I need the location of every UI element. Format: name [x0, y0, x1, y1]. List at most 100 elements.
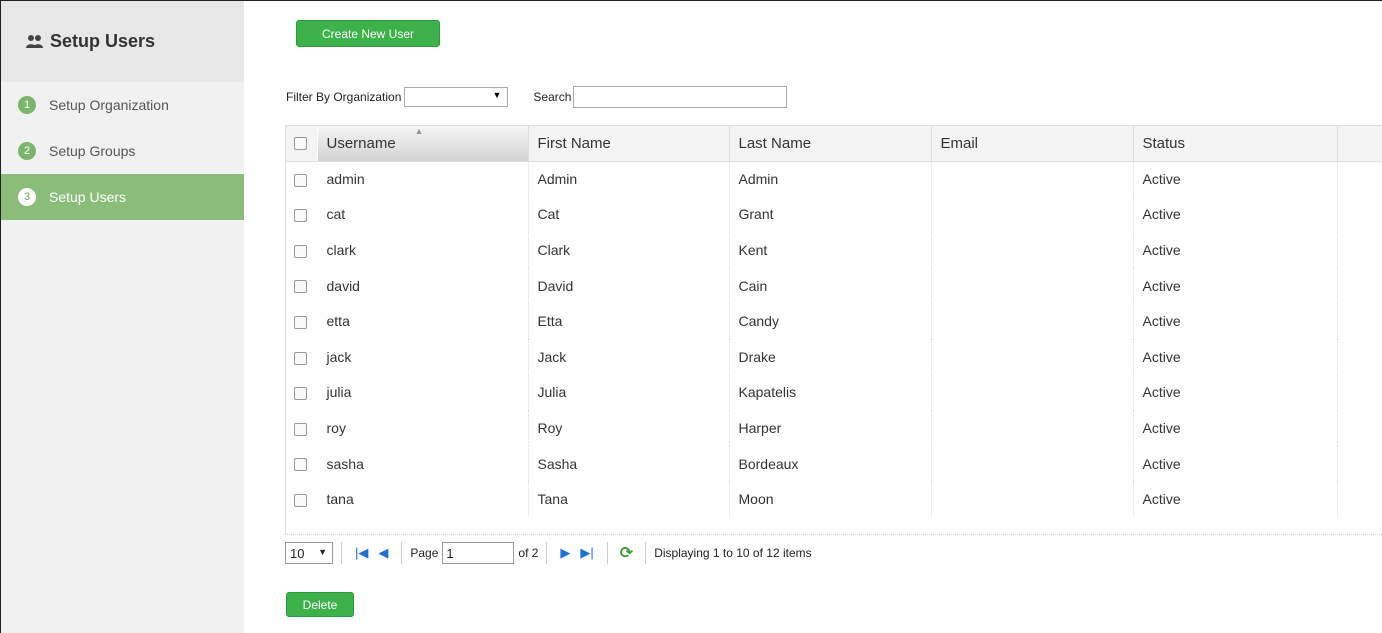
separator	[546, 542, 548, 564]
select-all-cell	[286, 126, 317, 162]
cell-status: Active	[1133, 410, 1338, 446]
column-label: Username	[326, 134, 396, 152]
separator	[401, 542, 403, 564]
cell-first-name: Cat	[528, 196, 730, 233]
table-row[interactable]: cat Cat Grant Active	[286, 196, 1382, 233]
table-row[interactable]: clark Clark Kent Active	[286, 232, 1382, 268]
row-checkbox[interactable]	[294, 173, 308, 187]
search-input[interactable]	[573, 86, 788, 108]
cell-first-name: Tana	[528, 481, 730, 517]
table-row[interactable]: etta Etta Candy Active	[286, 303, 1382, 339]
cell-email	[931, 232, 1134, 268]
cell-username: clark	[317, 232, 529, 268]
row-checkbox-cell	[286, 161, 317, 197]
sort-asc-icon: ▲	[414, 126, 424, 136]
cell-first-name: Etta	[528, 303, 730, 339]
cell-filler	[1337, 338, 1382, 375]
create-new-user-button[interactable]: Create New User	[296, 20, 440, 47]
separator	[341, 542, 342, 564]
row-checkbox-cell	[286, 446, 317, 482]
column-header-last-name[interactable]: Last Name	[729, 126, 932, 162]
row-checkbox-cell	[286, 481, 317, 517]
cell-filler	[1337, 445, 1382, 482]
row-checkbox[interactable]	[294, 458, 308, 472]
cell-email	[931, 196, 1134, 233]
sidebar-item-setup-groups[interactable]: 2 Setup Groups	[1, 128, 244, 174]
last-page-icon[interactable]: ▶|	[580, 545, 593, 561]
cell-email	[931, 445, 1134, 482]
page-size-value: 10	[290, 545, 305, 561]
column-header-username[interactable]: ▲ Username	[317, 126, 529, 162]
dropdown-arrow-icon: ▼	[492, 90, 502, 100]
cell-status: Active	[1133, 267, 1338, 304]
row-checkbox-cell	[286, 232, 317, 268]
cell-first-name: Julia	[528, 374, 730, 411]
cell-username: david	[317, 267, 529, 304]
page-number-input[interactable]: 1	[442, 542, 515, 564]
row-checkbox[interactable]	[294, 387, 308, 401]
cell-email	[931, 338, 1134, 375]
table-row[interactable]: david David Cain Active	[286, 267, 1382, 304]
column-header-email[interactable]: Email	[931, 126, 1134, 162]
cell-last-name: Kent	[729, 232, 932, 268]
row-checkbox-cell	[286, 339, 317, 375]
row-checkbox[interactable]	[294, 422, 308, 436]
table-row[interactable]: admin Admin Admin Active	[286, 161, 1382, 197]
sidebar-item-setup-users[interactable]: 3 Setup Users	[1, 174, 244, 220]
first-page-icon[interactable]: |◀	[355, 545, 368, 561]
row-checkbox[interactable]	[294, 493, 308, 507]
next-page-icon[interactable]: ▶	[560, 545, 570, 561]
row-checkbox[interactable]	[294, 209, 308, 223]
column-header-filler	[1337, 126, 1382, 162]
users-grid: ▲ Username First Name Last Name Email Sta…	[285, 125, 1382, 535]
cell-username: tana	[317, 481, 529, 517]
row-checkbox-cell	[286, 375, 317, 411]
dropdown-arrow-icon: ▼	[318, 547, 327, 557]
cell-last-name: Candy	[729, 303, 932, 339]
column-header-status[interactable]: Status	[1133, 126, 1338, 162]
cell-filler	[1337, 481, 1382, 517]
table-row[interactable]: roy Roy Harper Active	[286, 410, 1382, 446]
table-row[interactable]: sasha Sasha Bordeaux Active	[286, 445, 1382, 482]
table-row[interactable]: julia Julia Kapatelis Active	[286, 374, 1382, 411]
column-header-first-name[interactable]: First Name	[528, 126, 730, 162]
refresh-icon[interactable]: ⟳	[620, 543, 633, 563]
row-checkbox[interactable]	[294, 280, 308, 294]
row-checkbox[interactable]	[294, 315, 308, 329]
delete-button[interactable]: Delete	[286, 592, 354, 617]
page-label: Page	[410, 546, 439, 560]
cell-username: julia	[317, 374, 529, 411]
cell-last-name: Admin	[729, 161, 932, 197]
row-checkbox[interactable]	[294, 244, 308, 258]
users-icon	[26, 34, 43, 48]
prev-page-icon[interactable]: ◀	[378, 545, 388, 561]
cell-last-name: Bordeaux	[729, 445, 932, 482]
row-checkbox[interactable]	[294, 351, 308, 365]
cell-last-name: Cain	[729, 267, 932, 304]
cell-status: Active	[1133, 374, 1338, 411]
cell-last-name: Harper	[729, 410, 932, 446]
page-count-label: of 2	[518, 546, 539, 560]
organization-select[interactable]: ▼	[404, 87, 509, 107]
cell-status: Active	[1133, 445, 1338, 482]
cell-status: Active	[1133, 232, 1338, 268]
cell-status: Active	[1133, 338, 1338, 375]
select-all-checkbox[interactable]	[294, 137, 308, 151]
page-size-select[interactable]: 10 ▼	[285, 542, 333, 564]
sidebar-item-setup-organization[interactable]: 1 Setup Organization	[1, 82, 244, 128]
cell-first-name: Clark	[528, 232, 730, 268]
cell-first-name: David	[528, 267, 730, 304]
users-table: ▲ Username First Name Last Name Email Sta…	[286, 126, 1382, 517]
separator	[606, 542, 608, 564]
cell-email	[931, 374, 1134, 411]
cell-email	[931, 481, 1134, 517]
table-row[interactable]: jack Jack Drake Active	[286, 338, 1382, 375]
cell-email	[931, 267, 1134, 304]
row-checkbox-cell	[286, 303, 317, 339]
cell-first-name: Roy	[528, 410, 730, 446]
step-number-1: 1	[18, 96, 36, 114]
table-header-row: ▲ Username First Name Last Name Email Sta…	[286, 126, 1382, 162]
cell-username: etta	[317, 303, 529, 339]
table-row[interactable]: tana Tana Moon Active	[286, 481, 1382, 517]
cell-first-name: Jack	[528, 338, 730, 375]
